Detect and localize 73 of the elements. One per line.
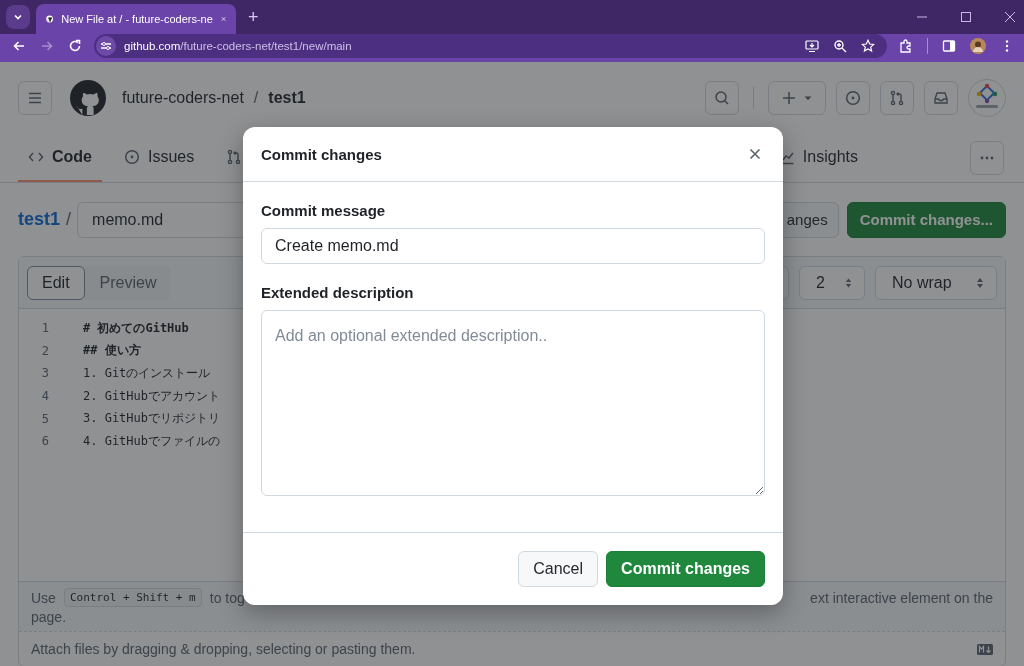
hint-text: Use bbox=[31, 589, 56, 606]
address-bar[interactable]: github.com/future-coders-net/test1/new/main bbox=[94, 34, 887, 58]
cancel-button[interactable]: Cancel bbox=[518, 551, 599, 587]
inbox-button[interactable] bbox=[924, 81, 958, 115]
pull-requests-button[interactable] bbox=[880, 81, 914, 115]
line-number: 4 bbox=[40, 389, 49, 404]
line-number: 3 bbox=[40, 366, 49, 381]
description-field[interactable]: Add an optional extended description.. bbox=[261, 310, 765, 496]
line-number: 5 bbox=[40, 411, 49, 426]
issues-button[interactable] bbox=[836, 81, 870, 115]
menu-icon bbox=[27, 90, 43, 106]
commit-button[interactable]: Commit changes bbox=[606, 551, 765, 587]
hint-text: to tog bbox=[209, 589, 245, 606]
side-panel-icon[interactable] bbox=[942, 39, 956, 53]
editor-tab[interactable]: Preview bbox=[84, 265, 172, 300]
code-line: 3. GitHubでリポジトリ bbox=[83, 410, 221, 428]
sort-icon bbox=[976, 276, 984, 289]
indent-size-select[interactable]: 2 bbox=[799, 265, 865, 300]
url-text: github.com/future-coders-net/test1/new/main bbox=[124, 40, 352, 52]
repo-link[interactable]: test1 bbox=[268, 89, 306, 107]
github-logo[interactable] bbox=[70, 80, 106, 116]
tab-title: New File at / - future-coders-ne bbox=[61, 13, 213, 25]
line-number: 6 bbox=[40, 434, 49, 449]
dialog-title: Commit changes bbox=[261, 145, 382, 163]
browser-tab[interactable]: New File at / - future-coders-ne bbox=[36, 4, 236, 34]
search-button[interactable] bbox=[705, 81, 739, 115]
hint-text: ext interactive element on the bbox=[810, 589, 993, 606]
back-icon[interactable] bbox=[12, 39, 26, 53]
owner-link[interactable]: future-coders-net bbox=[122, 89, 244, 107]
hint-text: page. bbox=[31, 609, 68, 625]
issue-icon bbox=[124, 149, 140, 165]
sort-icon bbox=[844, 276, 852, 289]
path-separator: / bbox=[66, 209, 72, 230]
maximize-icon[interactable] bbox=[960, 11, 972, 23]
path-separator: / bbox=[253, 89, 259, 107]
tab-search-button[interactable] bbox=[6, 5, 30, 29]
editor-tab[interactable]: Edit bbox=[27, 265, 85, 300]
search-icon bbox=[714, 90, 730, 106]
code-line: 4. GitHubでファイルの bbox=[83, 432, 221, 450]
zoom-icon[interactable] bbox=[833, 39, 847, 53]
issue-icon bbox=[845, 90, 861, 106]
code-line: ## 使い方 bbox=[83, 342, 141, 360]
install-app-icon[interactable] bbox=[805, 39, 819, 53]
code-line: 2. GitHubでアカウント bbox=[83, 387, 221, 405]
code-line: # 初めてのGitHub bbox=[83, 319, 189, 337]
plus-icon bbox=[781, 90, 797, 106]
inbox-icon bbox=[933, 90, 949, 106]
close-icon[interactable] bbox=[1004, 11, 1016, 23]
keyboard-shortcut: Control + Shift + m bbox=[63, 588, 202, 607]
site-settings-icon[interactable] bbox=[96, 36, 116, 56]
reload-icon[interactable] bbox=[68, 39, 82, 53]
wrap-mode-select[interactable]: No wrap bbox=[875, 265, 997, 300]
line-number: 2 bbox=[40, 343, 49, 358]
markdown-icon bbox=[977, 643, 993, 655]
repo-link[interactable]: test1 bbox=[18, 209, 61, 230]
pull-request-icon bbox=[226, 149, 243, 165]
repo-tab[interactable]: Code bbox=[18, 134, 102, 182]
code-line: 1. Gitのインストール bbox=[83, 365, 211, 382]
pull-request-icon bbox=[889, 90, 905, 106]
commit-message-field[interactable]: Create memo.md bbox=[261, 228, 765, 264]
menu-button[interactable] bbox=[18, 81, 52, 115]
user-avatar[interactable] bbox=[968, 79, 1006, 117]
new-tab-button[interactable]: + bbox=[242, 6, 265, 28]
extensions-icon[interactable] bbox=[899, 39, 913, 53]
line-number: 1 bbox=[40, 321, 49, 336]
star-icon[interactable] bbox=[861, 39, 875, 53]
close-icon[interactable] bbox=[220, 14, 226, 24]
commit-button[interactable]: Commit changes... bbox=[846, 201, 1006, 238]
attach-files-text: Attach files by dragging & dropping, selecting or pasting them. bbox=[31, 641, 416, 657]
field-label: Extended description bbox=[261, 284, 415, 301]
profile-avatar[interactable] bbox=[970, 38, 986, 54]
repo-tab[interactable]: Issues bbox=[114, 134, 205, 182]
close-icon[interactable] bbox=[747, 146, 763, 162]
